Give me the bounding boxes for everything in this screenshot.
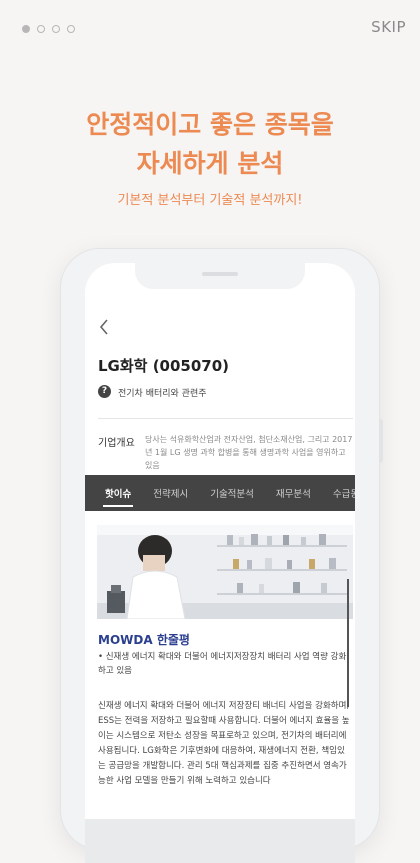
stock-theme-label: 전기차 배터리와 관련주 xyxy=(118,389,207,399)
issue-summary: • 신재생 에너지 확대와 더불어 에너지저장장치 배터리 사업 역량 강화하고… xyxy=(98,652,347,676)
analysis-body-text: 신재생 에너지 확대와 더불어 에너지 저장장티 배너티 사업을 강화하며, E… xyxy=(98,701,350,786)
scrollbar[interactable] xyxy=(347,579,349,707)
divider xyxy=(98,418,353,419)
phone-screen: LG화학 (005070) ? 전기차 배터리와 관련주 기업개요 당사는 석유… xyxy=(85,263,355,863)
overview-text: 당사는 석유화학산업과 전자산업, 첨단소재산업, 그리고 2017년 1월 L… xyxy=(145,435,353,470)
phone-mockup: LG화학 (005070) ? 전기차 배터리와 관련주 기업개요 당사는 석유… xyxy=(60,248,383,863)
onboarding-subline: 기본적 분석부터 기술적 분석까지! xyxy=(117,193,303,208)
tab-hot-issue[interactable]: 핫이슈 xyxy=(102,486,134,507)
mowda-one-line-review-title: MOWDA 한줄평 xyxy=(98,631,190,648)
tab-financial[interactable]: 재무분석 xyxy=(276,486,311,500)
phone-side-button xyxy=(379,419,383,463)
tab-strategy[interactable]: 전략제시 xyxy=(153,486,188,500)
mowda-suffix: 한줄평 xyxy=(152,633,190,647)
page-dot-2[interactable] xyxy=(37,25,45,33)
tab-technical[interactable]: 기술적분석 xyxy=(210,486,254,500)
bottom-fade xyxy=(85,819,355,863)
headline-line-2: 자세하게 분석 xyxy=(136,149,284,178)
page-dot-4[interactable] xyxy=(67,25,75,33)
chevron-left-icon[interactable] xyxy=(99,319,109,340)
tab-supply-demand[interactable]: 수급동 xyxy=(333,486,355,500)
phone-notch xyxy=(135,263,305,289)
skip-button[interactable]: SKIP xyxy=(371,18,406,36)
headline-line-1: 안정적이고 좋은 종목을 xyxy=(86,110,334,139)
page-dot-3[interactable] xyxy=(52,25,60,33)
page-indicator xyxy=(22,25,75,33)
phone-speaker xyxy=(202,272,238,276)
help-icon[interactable]: ? xyxy=(98,385,111,398)
overview-label: 기업개요 xyxy=(98,438,135,449)
page-dot-1[interactable] xyxy=(22,25,30,33)
mowda-brand: MOWDA xyxy=(98,633,153,647)
onboarding-headline: 안정적이고 좋은 종목을 자세하게 분석 xyxy=(0,105,420,183)
analysis-tab-bar: 핫이슈 전략제시 기술적분석 재무분석 수급동 xyxy=(85,475,355,511)
lab-photo xyxy=(97,525,353,619)
company-title: LG화학 (005070) xyxy=(98,357,230,375)
